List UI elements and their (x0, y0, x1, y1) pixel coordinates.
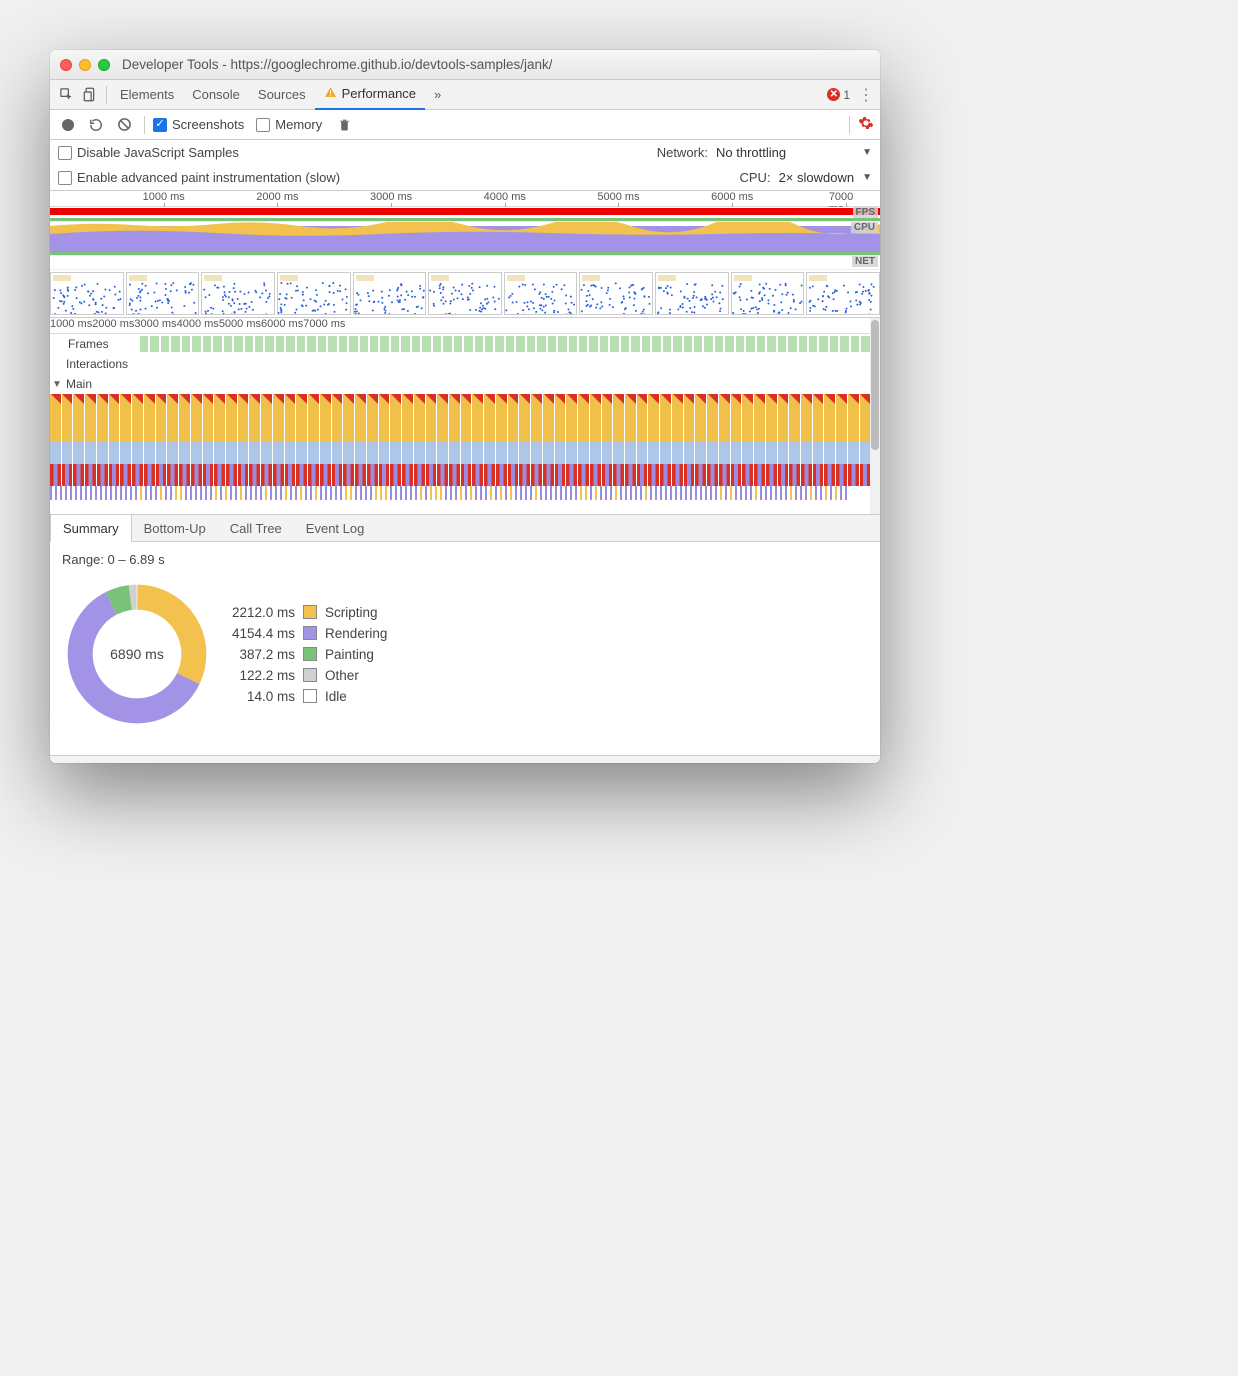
tab-bottom-up[interactable]: Bottom-Up (132, 515, 218, 541)
details-tabstrip: Summary Bottom-Up Call Tree Event Log (50, 514, 880, 542)
cpu-lane[interactable]: CPU (50, 221, 880, 255)
cpu-label: CPU: (740, 170, 771, 185)
resize-handle[interactable] (50, 755, 880, 763)
summary-donut-chart: 6890 ms (62, 579, 212, 729)
screenshot-thumb[interactable] (50, 272, 124, 315)
disable-js-samples-checkbox[interactable]: Disable JavaScript Samples (58, 145, 239, 160)
screenshot-thumb[interactable] (806, 272, 880, 315)
legend-ms: 14.0 ms (232, 689, 295, 704)
vertical-scrollbar[interactable] (870, 318, 880, 514)
cpu-throttling-select[interactable]: 2× slowdown ▼ (779, 170, 872, 185)
titlebar: Developer Tools - https://googlechrome.g… (50, 50, 880, 80)
screenshot-thumb[interactable] (731, 272, 805, 315)
divider (144, 116, 145, 134)
legend-swatch (303, 668, 317, 682)
devtools-window: Developer Tools - https://googlechrome.g… (50, 50, 880, 763)
garbage-collect-button[interactable] (332, 113, 356, 137)
zoom-window-icon[interactable] (98, 59, 110, 71)
screenshot-thumb[interactable] (126, 272, 200, 315)
memory-checkbox[interactable]: Memory (256, 117, 322, 132)
traffic-lights (60, 59, 110, 71)
legend-label: Idle (325, 689, 387, 704)
screenshot-thumb[interactable] (504, 272, 578, 315)
fps-label: FPS (853, 207, 878, 218)
summary-pane: Range: 0 – 6.89 s 6890 ms 2212.0 ms Scrip… (50, 542, 880, 755)
clear-button[interactable] (112, 113, 136, 137)
screenshot-thumb[interactable] (353, 272, 427, 315)
record-button[interactable] (56, 113, 80, 137)
cpu-label: CPU (851, 222, 878, 233)
screenshot-thumb[interactable] (428, 272, 502, 315)
net-label: NET (852, 256, 878, 267)
screenshot-thumb[interactable] (201, 272, 275, 315)
minimize-window-icon[interactable] (79, 59, 91, 71)
network-label: Network: (657, 145, 708, 160)
warning-icon (324, 86, 337, 102)
legend-ms: 2212.0 ms (232, 605, 295, 620)
interactions-track[interactable]: Interactions (50, 354, 870, 374)
screenshot-thumb[interactable] (277, 272, 351, 315)
legend-swatch (303, 605, 317, 619)
tab-call-tree[interactable]: Call Tree (218, 515, 294, 541)
inspect-icon[interactable] (54, 83, 78, 107)
legend-swatch (303, 626, 317, 640)
advanced-paint-checkbox[interactable]: Enable advanced paint instrumentation (s… (58, 170, 340, 185)
overview-ruler[interactable]: 1000 ms2000 ms3000 ms4000 ms5000 ms6000 … (50, 191, 880, 207)
error-icon: ✕ (827, 88, 840, 101)
screenshot-filmstrip[interactable] (50, 269, 880, 317)
net-lane[interactable]: NET (50, 255, 880, 269)
checkbox-icon (153, 118, 167, 132)
panel-tabstrip: Elements Console Sources Performance » ✕… (50, 80, 880, 110)
device-toolbar-icon[interactable] (78, 83, 102, 107)
window-title: Developer Tools - https://googlechrome.g… (122, 57, 552, 72)
tab-summary[interactable]: Summary (50, 515, 132, 542)
legend-label: Painting (325, 647, 387, 662)
frames-track[interactable]: Frames (50, 334, 870, 354)
summary-legend: 2212.0 ms Scripting 4154.4 ms Rendering 387.… (232, 605, 387, 704)
legend-label: Other (325, 668, 387, 683)
tab-elements[interactable]: Elements (111, 80, 183, 110)
legend-ms: 122.2 ms (232, 668, 295, 683)
divider (106, 86, 107, 104)
tab-event-log[interactable]: Event Log (294, 515, 377, 541)
tabs-overflow[interactable]: » (425, 80, 450, 110)
legend-swatch (303, 647, 317, 661)
chevron-down-icon: ▼ (862, 147, 872, 158)
error-count[interactable]: ✕ 1 (827, 88, 850, 102)
checkbox-icon (58, 146, 72, 160)
network-throttling-select[interactable]: No throttling ▼ (716, 145, 872, 160)
legend-ms: 387.2 ms (232, 647, 295, 662)
fps-lane[interactable]: FPS (50, 207, 880, 221)
main-flamechart[interactable] (50, 394, 870, 514)
checkbox-icon (58, 171, 72, 185)
performance-toolbar: Screenshots Memory (50, 110, 880, 140)
legend-label: Rendering (325, 626, 387, 641)
legend-label: Scripting (325, 605, 387, 620)
flamechart-pane[interactable]: 1000 ms2000 ms3000 ms4000 ms5000 ms6000 … (50, 318, 870, 514)
more-menu-icon[interactable]: ⋮ (856, 85, 876, 105)
range-text: Range: 0 – 6.89 s (62, 552, 868, 567)
detail-ruler[interactable]: 1000 ms2000 ms3000 ms4000 ms5000 ms6000 … (50, 318, 870, 334)
legend-swatch (303, 689, 317, 703)
capture-settings-icon[interactable] (858, 115, 874, 135)
screenshot-thumb[interactable] (579, 272, 653, 315)
checkbox-icon (256, 118, 270, 132)
screenshot-thumb[interactable] (655, 272, 729, 315)
main-track-header[interactable]: ▼ Main (50, 374, 870, 394)
scrollbar-thumb[interactable] (871, 320, 879, 450)
chevron-down-icon: ▼ (50, 379, 64, 390)
screenshots-checkbox[interactable]: Screenshots (153, 117, 244, 132)
close-window-icon[interactable] (60, 59, 72, 71)
tab-console[interactable]: Console (183, 80, 249, 110)
overview-pane[interactable]: 1000 ms2000 ms3000 ms4000 ms5000 ms6000 … (50, 191, 880, 318)
tab-sources[interactable]: Sources (249, 80, 315, 110)
reload-button[interactable] (84, 113, 108, 137)
chevron-down-icon: ▼ (862, 172, 872, 183)
capture-settings: Disable JavaScript Samples Network: No t… (50, 140, 880, 191)
divider (849, 116, 850, 134)
donut-total: 6890 ms (62, 579, 212, 729)
tab-performance[interactable]: Performance (315, 80, 425, 110)
legend-ms: 4154.4 ms (232, 626, 295, 641)
